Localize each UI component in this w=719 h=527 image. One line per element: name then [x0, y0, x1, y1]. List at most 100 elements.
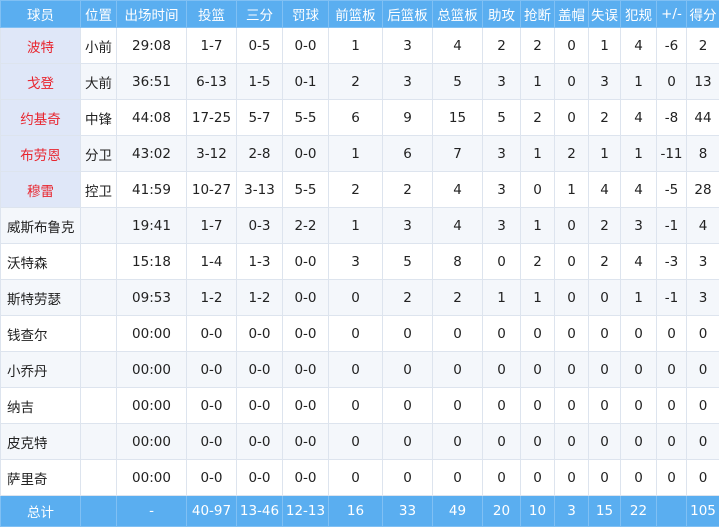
player-assists: 2 — [483, 28, 521, 64]
col-header-total-rebounds[interactable]: 总篮板 — [433, 1, 483, 28]
player-steals: 0 — [521, 352, 555, 388]
player-points: 3 — [687, 280, 719, 316]
player-defensive-rebounds: 2 — [383, 172, 433, 208]
player-three-pointers: 0-0 — [237, 388, 283, 424]
player-offensive-rebounds: 1 — [329, 136, 383, 172]
table-row: 穆雷控卫41:5910-273-135-522430144-528 — [1, 172, 719, 208]
player-three-pointers: 2-8 — [237, 136, 283, 172]
player-assists: 0 — [483, 424, 521, 460]
player-plus-minus: -6 — [657, 28, 687, 64]
col-header-free-throws[interactable]: 罚球 — [283, 1, 329, 28]
header-row: 球员 位置 出场时间 投篮 三分 罚球 前篮板 后篮板 总篮板 助攻 抢断 盖帽… — [1, 1, 719, 28]
player-turnovers: 0 — [589, 460, 621, 496]
player-name[interactable]: 纳吉 — [1, 388, 81, 424]
player-turnovers: 0 — [589, 316, 621, 352]
player-points: 2 — [687, 28, 719, 64]
col-header-field-goals[interactable]: 投篮 — [187, 1, 237, 28]
player-name[interactable]: 约基奇 — [1, 100, 81, 136]
player-fouls: 0 — [621, 424, 657, 460]
player-name[interactable]: 布劳恩 — [1, 136, 81, 172]
col-header-assists[interactable]: 助攻 — [483, 1, 521, 28]
player-steals: 0 — [521, 460, 555, 496]
player-plus-minus: 0 — [657, 388, 687, 424]
player-three-pointers: 5-7 — [237, 100, 283, 136]
col-header-three-pointers[interactable]: 三分 — [237, 1, 283, 28]
player-field-goals: 17-25 — [187, 100, 237, 136]
player-turnovers: 0 — [589, 280, 621, 316]
player-position — [81, 352, 117, 388]
player-position — [81, 388, 117, 424]
player-free-throws: 5-5 — [283, 100, 329, 136]
player-free-throws: 0-0 — [283, 136, 329, 172]
player-points: 0 — [687, 424, 719, 460]
player-assists: 0 — [483, 460, 521, 496]
player-plus-minus: 0 — [657, 316, 687, 352]
col-header-minutes[interactable]: 出场时间 — [117, 1, 187, 28]
player-position — [81, 244, 117, 280]
player-name[interactable]: 萨里奇 — [1, 460, 81, 496]
player-fouls: 0 — [621, 388, 657, 424]
player-name[interactable]: 钱查尔 — [1, 316, 81, 352]
player-field-goals: 10-27 — [187, 172, 237, 208]
player-turnovers: 1 — [589, 28, 621, 64]
player-offensive-rebounds: 1 — [329, 208, 383, 244]
player-name[interactable]: 斯特劳瑟 — [1, 280, 81, 316]
player-steals: 0 — [521, 388, 555, 424]
player-total-rebounds: 15 — [433, 100, 483, 136]
player-minutes: 15:18 — [117, 244, 187, 280]
player-defensive-rebounds: 0 — [383, 388, 433, 424]
player-total-rebounds: 2 — [433, 280, 483, 316]
player-free-throws: 0-0 — [283, 388, 329, 424]
player-blocks: 0 — [555, 100, 589, 136]
player-offensive-rebounds: 3 — [329, 244, 383, 280]
player-name[interactable]: 戈登 — [1, 64, 81, 100]
player-three-pointers: 0-0 — [237, 352, 283, 388]
col-header-position[interactable]: 位置 — [81, 1, 117, 28]
col-header-player[interactable]: 球员 — [1, 1, 81, 28]
player-points: 3 — [687, 244, 719, 280]
col-header-turnovers[interactable]: 失误 — [589, 1, 621, 28]
player-minutes: 00:00 — [117, 424, 187, 460]
player-total-rebounds: 5 — [433, 64, 483, 100]
col-header-blocks[interactable]: 盖帽 — [555, 1, 589, 28]
player-defensive-rebounds: 2 — [383, 280, 433, 316]
player-name[interactable]: 波特 — [1, 28, 81, 64]
player-steals: 0 — [521, 172, 555, 208]
totals-row: 总计 - 40-97 13-46 12-13 16 33 49 20 10 3 … — [1, 496, 719, 527]
player-name[interactable]: 威斯布鲁克 — [1, 208, 81, 244]
player-position: 控卫 — [81, 172, 117, 208]
player-points: 0 — [687, 460, 719, 496]
player-name[interactable]: 沃特森 — [1, 244, 81, 280]
col-header-steals[interactable]: 抢断 — [521, 1, 555, 28]
player-name[interactable]: 小乔丹 — [1, 352, 81, 388]
player-assists: 0 — [483, 352, 521, 388]
player-defensive-rebounds: 3 — [383, 64, 433, 100]
player-minutes: 00:00 — [117, 388, 187, 424]
player-minutes: 44:08 — [117, 100, 187, 136]
player-field-goals: 3-12 — [187, 136, 237, 172]
player-position: 大前 — [81, 64, 117, 100]
player-three-pointers: 0-0 — [237, 460, 283, 496]
player-assists: 3 — [483, 64, 521, 100]
player-minutes: 00:00 — [117, 316, 187, 352]
totals-points: 105 — [687, 496, 719, 527]
player-fouls: 0 — [621, 316, 657, 352]
player-blocks: 0 — [555, 64, 589, 100]
player-minutes: 00:00 — [117, 460, 187, 496]
totals-field-goals: 40-97 — [187, 496, 237, 527]
totals-assists: 20 — [483, 496, 521, 527]
table-row: 皮克特00:000-00-00-00000000000 — [1, 424, 719, 460]
player-offensive-rebounds: 0 — [329, 352, 383, 388]
col-header-defensive-rebounds[interactable]: 后篮板 — [383, 1, 433, 28]
player-three-pointers: 0-0 — [237, 424, 283, 460]
col-header-offensive-rebounds[interactable]: 前篮板 — [329, 1, 383, 28]
player-name[interactable]: 穆雷 — [1, 172, 81, 208]
player-three-pointers: 1-5 — [237, 64, 283, 100]
player-steals: 1 — [521, 280, 555, 316]
col-header-plus-minus[interactable]: +/- — [657, 1, 687, 28]
player-fouls: 4 — [621, 172, 657, 208]
player-turnovers: 0 — [589, 388, 621, 424]
player-name[interactable]: 皮克特 — [1, 424, 81, 460]
col-header-fouls[interactable]: 犯规 — [621, 1, 657, 28]
col-header-points[interactable]: 得分 — [687, 1, 719, 28]
